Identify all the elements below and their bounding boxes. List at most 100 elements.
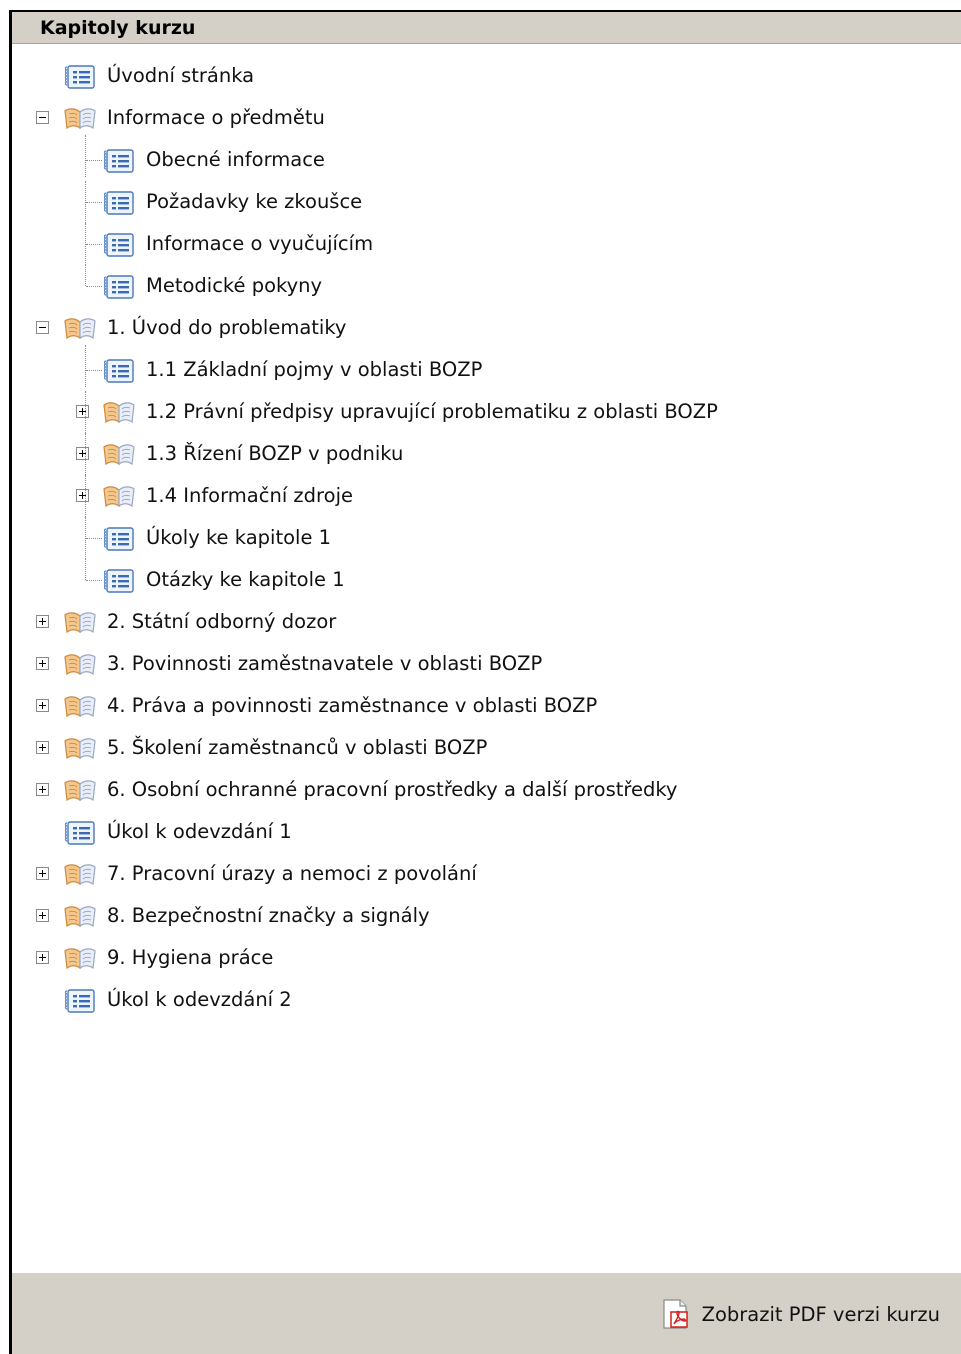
tree-item-label: Metodické pokyny (146, 274, 323, 297)
tree-item-7-pracovni-urazy-a-nemoci-z-povolani[interactable]: 7. Pracovní úrazy a nemoci z povolání (12, 853, 952, 895)
tree-connector (85, 345, 86, 387)
open-book-icon (63, 651, 97, 677)
tree-item-label: 3. Povinnosti zaměstnavatele v oblasti B… (107, 652, 543, 675)
expand-icon[interactable] (36, 909, 49, 922)
expand-icon[interactable] (76, 447, 89, 460)
tree-item-label: 8. Bezpečnostní značky a signály (107, 904, 430, 927)
document-list-icon (102, 357, 136, 383)
expand-icon[interactable] (36, 699, 49, 712)
tree-item-ukol-k-odevzdani-1[interactable]: Úkol k odevzdání 1 (12, 811, 952, 853)
tree-item-label: 1.3 Řízení BOZP v podniku (146, 442, 404, 465)
tree-item-label: 5. Školení zaměstnanců v oblasti BOZP (107, 736, 488, 759)
tree-item-label: Požadavky ke zkoušce (146, 190, 363, 213)
tree-item-label: 6. Osobní ochranné pracovní prostředky a… (107, 778, 678, 801)
tree-item-informace-o-predmetu[interactable]: Informace o předmětu (12, 97, 952, 139)
collapse-icon[interactable] (36, 111, 49, 124)
tree-item-2-statni-odborny-dozor[interactable]: 2. Státní odborný dozor (12, 601, 952, 643)
tree-item-1-2-pravni-predpisy-upravujici-problematiku-z-oblasti-bozp[interactable]: 1.2 Právní předpisy upravující problemat… (12, 391, 952, 433)
open-book-icon (63, 861, 97, 887)
tree-item-label: 1.4 Informační zdroje (146, 484, 353, 507)
tree-item-label: Úkol k odevzdání 1 (107, 820, 292, 843)
expand-icon[interactable] (76, 489, 89, 502)
pdf-link-label: Zobrazit PDF verzi kurzu (701, 1302, 940, 1326)
expand-icon[interactable] (36, 657, 49, 670)
tree-item-label: 1. Úvod do problematiky (107, 316, 347, 339)
tree-item-obecne-informace[interactable]: Obecné informace (12, 135, 952, 181)
expand-icon[interactable] (76, 405, 89, 418)
tree-item-label: 2. Státní odborný dozor (107, 610, 337, 633)
panel-header: Kapitoly kurzu (12, 12, 961, 44)
tree-item-label: Informace o vyučujícím (146, 232, 374, 255)
tree-item-metodicke-pokyny[interactable]: Metodické pokyny (12, 265, 952, 307)
open-book-icon (63, 693, 97, 719)
tree-connector (86, 538, 102, 539)
tree-item-label: Úvodní stránka (107, 64, 255, 87)
document-list-icon (102, 567, 136, 593)
pdf-icon (663, 1299, 688, 1329)
tree-item-8-bezpecnostni-znacky-a-signaly[interactable]: 8. Bezpečnostní značky a signály (12, 895, 952, 937)
tree-item-1-1-zakladni-pojmy-v-oblasti-bozp[interactable]: 1.1 Základní pojmy v oblasti BOZP (12, 345, 952, 391)
tree-item-informace-o-vyucujicim[interactable]: Informace o vyučujícím (12, 223, 952, 265)
open-book-icon (63, 609, 97, 635)
tree-item-label: Informace o předmětu (107, 106, 325, 129)
course-chapters-panel: Kapitoly kurzu Úvodní stránka Informace o… (9, 10, 961, 1354)
tree-connector (85, 391, 86, 433)
expand-icon[interactable] (36, 783, 49, 796)
document-list-icon (63, 819, 97, 845)
expand-icon[interactable] (36, 615, 49, 628)
open-book-icon (63, 903, 97, 929)
document-list-icon (102, 525, 136, 551)
open-book-icon (63, 735, 97, 761)
tree-item-otazky-ke-kapitole-1[interactable]: Otázky ke kapitole 1 (12, 559, 952, 601)
tree-connector (86, 580, 102, 581)
open-book-icon (102, 483, 136, 509)
open-book-icon (63, 945, 97, 971)
tree-item-6-osobni-ochranne-pracovni-prostredky-a-dalsi-prostredky[interactable]: 6. Osobní ochranné pracovní prostředky a… (12, 769, 952, 811)
tree-item-label: Obecné informace (146, 148, 325, 171)
document-list-icon (102, 189, 136, 215)
open-book-icon (63, 315, 97, 341)
tree-item-9-hygiena-prace[interactable]: 9. Hygiena práce (12, 937, 952, 979)
document-list-icon (102, 273, 136, 299)
tree-item-1-uvod-do-problematiky[interactable]: 1. Úvod do problematiky (12, 307, 952, 349)
tree-item-label: Otázky ke kapitole 1 (146, 568, 345, 591)
tree-item-1-4-informacni-zdroje[interactable]: 1.4 Informační zdroje (12, 475, 952, 517)
open-book-icon (102, 441, 136, 467)
tree-connector (85, 135, 86, 177)
tree-item-label: Úkol k odevzdání 2 (107, 988, 292, 1011)
panel-footer: Zobrazit PDF verzi kurzu (12, 1273, 961, 1354)
tree-item-3-povinnosti-zamestnavatele-v-oblasti-bozp[interactable]: 3. Povinnosti zaměstnavatele v oblasti B… (12, 643, 952, 685)
chapter-tree: Úvodní stránka Informace o předmětu Obecné… (12, 44, 961, 1273)
tree-item-1-3-rizeni-bozp-v-podniku[interactable]: 1.3 Řízení BOZP v podniku (12, 433, 952, 475)
tree-connector (85, 559, 86, 580)
tree-connector (85, 433, 86, 475)
panel-title: Kapitoly kurzu (40, 17, 196, 39)
document-list-icon (102, 231, 136, 257)
open-book-icon (102, 399, 136, 425)
expand-icon[interactable] (36, 867, 49, 880)
tree-item-4-prava-a-povinnosti-zamestnance-v-oblasti-bozp[interactable]: 4. Práva a povinnosti zaměstnance v obla… (12, 685, 952, 727)
expand-icon[interactable] (36, 741, 49, 754)
collapse-icon[interactable] (36, 321, 49, 334)
tree-item-label: 9. Hygiena práce (107, 946, 274, 969)
tree-item-label: Úkoly ke kapitole 1 (146, 526, 332, 549)
pdf-version-link[interactable]: Zobrazit PDF verzi kurzu (662, 1299, 940, 1329)
tree-item-label: 1.1 Základní pojmy v oblasti BOZP (146, 358, 483, 381)
tree-connector (86, 244, 102, 245)
tree-connector (86, 202, 102, 203)
tree-item-label: 1.2 Právní předpisy upravující problemat… (146, 400, 718, 423)
tree-item-label: 7. Pracovní úrazy a nemoci z povolání (107, 862, 477, 885)
document-list-icon (63, 63, 97, 89)
tree-item-label: 4. Práva a povinnosti zaměstnance v obla… (107, 694, 598, 717)
tree-item-ukoly-ke-kapitole-1[interactable]: Úkoly ke kapitole 1 (12, 517, 952, 559)
tree-item-pozadavky-ke-zkousce[interactable]: Požadavky ke zkoušce (12, 181, 952, 223)
tree-connector (86, 370, 102, 371)
tree-connector (86, 160, 102, 161)
expand-icon[interactable] (36, 951, 49, 964)
open-book-icon (63, 105, 97, 131)
tree-item-uvodni-stranka[interactable]: Úvodní stránka (12, 55, 952, 97)
tree-item-5-skoleni-zamestnancu-v-oblasti-bozp[interactable]: 5. Školení zaměstnanců v oblasti BOZP (12, 727, 952, 769)
tree-connector (86, 286, 102, 287)
open-book-icon (63, 777, 97, 803)
tree-item-ukol-k-odevzdani-2[interactable]: Úkol k odevzdání 2 (12, 979, 952, 1021)
